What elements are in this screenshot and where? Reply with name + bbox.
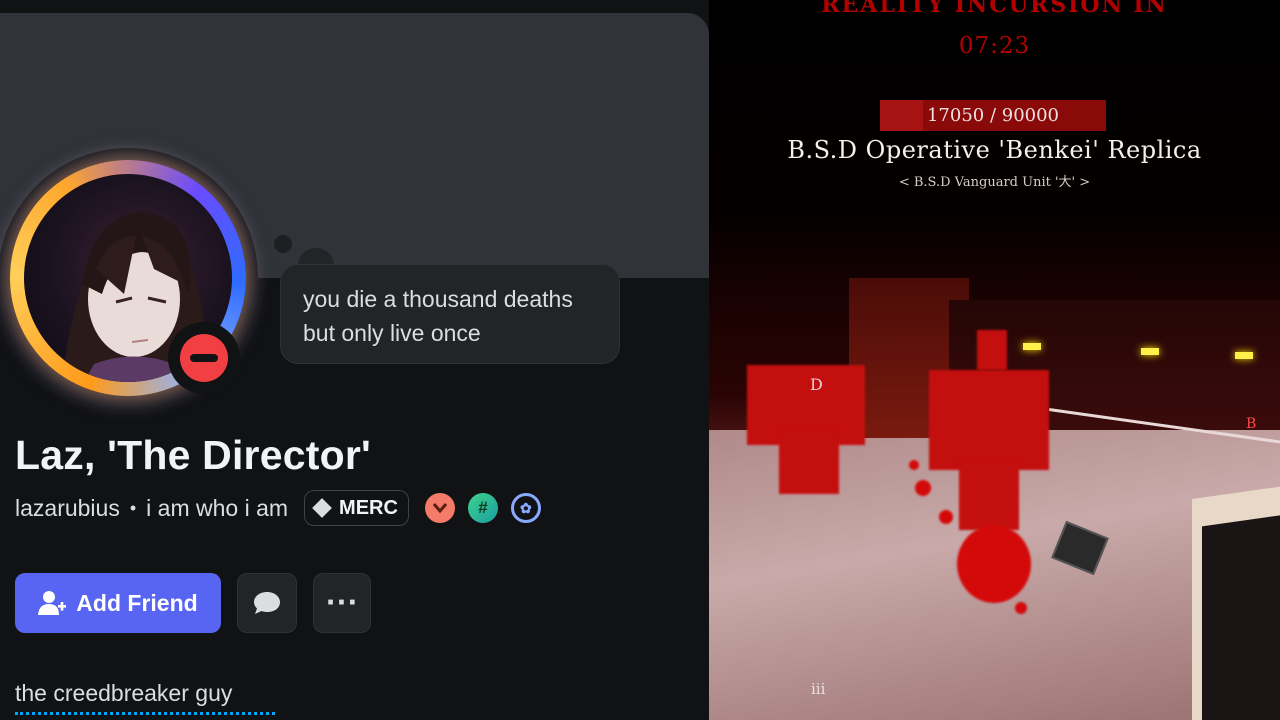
add-friend-label: Add Friend <box>76 589 198 616</box>
add-friend-icon <box>38 591 67 615</box>
message-button[interactable] <box>237 573 297 633</box>
pronouns: i am who i am <box>146 494 289 521</box>
bio-link[interactable] <box>15 712 275 720</box>
boss-head <box>977 330 1007 370</box>
custom-status-bubble: you die a thousand deaths but only live … <box>280 264 620 364</box>
clan-icon <box>312 498 332 518</box>
custom-status-line: you die a thousand deaths <box>303 286 573 312</box>
game-light <box>1023 343 1041 350</box>
blood-splatter <box>939 510 953 524</box>
incursion-label: REALITY INCURSION IN <box>821 0 1168 18</box>
add-friend-button[interactable]: Add Friend <box>15 573 221 633</box>
display-name: Laz, 'The Director' <box>15 432 371 478</box>
status-indicator <box>168 322 240 394</box>
more-options-button[interactable]: ··· <box>313 573 371 633</box>
boss-name: B.S.D Operative 'Benkei' Replica <box>787 136 1202 164</box>
hash-icon[interactable]: # <box>467 493 498 523</box>
boss-health-bar: 17050 / 90000 <box>880 100 1106 131</box>
blood-splatter <box>1015 602 1027 614</box>
laurel-icon[interactable]: ✿ <box>510 493 541 523</box>
hud-marker: iii <box>811 680 826 698</box>
boss-health-text: 17050 / 90000 <box>926 105 1060 126</box>
do-not-disturb-icon <box>180 334 228 382</box>
profile-card: you die a thousand deaths but only live … <box>0 0 709 720</box>
more-icon: ··· <box>325 588 359 618</box>
hypesquad-icon[interactable] <box>424 493 455 523</box>
game-block-face <box>1202 513 1280 720</box>
username-row: lazarubius • i am who i am MERC # ✿ <box>15 488 541 528</box>
chat-bubble-icon <box>254 592 280 614</box>
enemy-figure <box>779 430 839 494</box>
username[interactable]: lazarubius <box>15 495 120 522</box>
blood-splatter <box>915 480 931 496</box>
boss-figure <box>959 460 1019 530</box>
world-marker: D <box>810 375 823 394</box>
world-marker: B <box>1246 416 1257 432</box>
clan-tag-label: MERC <box>339 496 398 519</box>
blood-splatter <box>909 460 919 470</box>
game-light <box>1141 348 1159 355</box>
game-light <box>1235 352 1253 359</box>
clan-tag[interactable]: MERC <box>304 490 409 526</box>
blood-splatter <box>957 525 1031 603</box>
boss-subtitle: < B.S.D Vanguard Unit '大' > <box>898 175 1091 190</box>
custom-status-line: but only live once <box>303 320 481 346</box>
boss-figure <box>929 370 1049 470</box>
game-view: REALITY INCURSION IN 07:23 17050 / 90000… <box>709 0 1280 720</box>
incursion-timer: 07:23 <box>958 33 1031 59</box>
separator: • <box>129 497 137 518</box>
status-bubble-dot <box>274 235 292 253</box>
bio-text: the creedbreaker guy <box>15 680 233 706</box>
